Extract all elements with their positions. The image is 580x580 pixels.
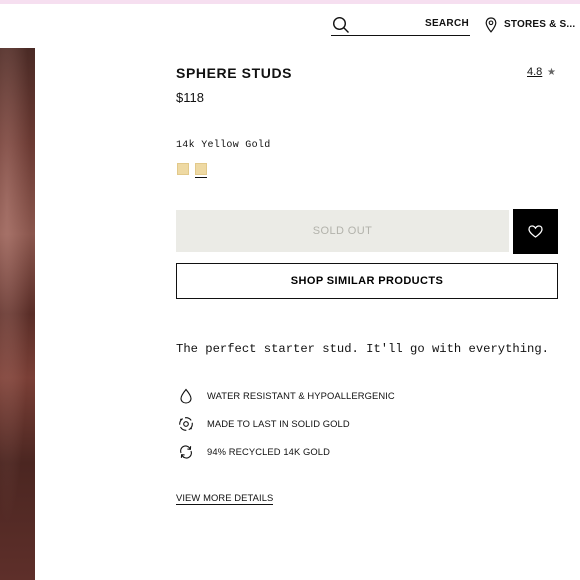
recycle-icon [180, 445, 192, 459]
swatch-selected-indicator [195, 177, 207, 178]
stores-label: STORES & S... [504, 19, 576, 30]
feature-label: MADE TO LAST IN SOLID GOLD [207, 418, 350, 429]
sold-out-button[interactable]: SOLD OUT [176, 210, 509, 252]
product-description: The perfect starter stud. It'll go with … [176, 342, 549, 356]
top-accent-bar [0, 0, 580, 4]
swatch-yellow-gold-2[interactable] [195, 163, 207, 175]
search-icon[interactable] [332, 16, 350, 34]
feature-solid-gold: MADE TO LAST IN SOLID GOLD [176, 416, 536, 436]
product-price: $118 [176, 90, 204, 105]
rating-link[interactable]: 4.8 [527, 66, 542, 78]
location-pin-icon [485, 17, 497, 33]
water-drop-icon [180, 388, 192, 404]
star-icon: ★ [547, 67, 556, 78]
product-title: SPHERE STUDS [176, 65, 293, 81]
gold-quality-icon [179, 417, 193, 431]
search-input[interactable] [355, 16, 425, 32]
product-image[interactable] [0, 48, 35, 580]
product-page: SEARCH STORES & S... SPHERE STUDS 4.8 ★ … [0, 0, 580, 580]
heart-icon [528, 225, 543, 238]
stores-link[interactable]: STORES & S... [483, 17, 580, 35]
feature-label: WATER RESISTANT & HYPOALLERGENIC [207, 390, 395, 401]
swatch-yellow-gold-1[interactable] [177, 163, 189, 175]
wishlist-button[interactable] [513, 209, 558, 254]
feature-water-resistant: WATER RESISTANT & HYPOALLERGENIC [176, 388, 536, 408]
view-more-details-link[interactable]: VIEW MORE DETAILS [176, 492, 274, 505]
feature-label: 94% RECYCLED 14K GOLD [207, 446, 330, 457]
search-bar[interactable]: SEARCH [331, 16, 470, 36]
feature-recycled-gold: 94% RECYCLED 14K GOLD [176, 444, 536, 464]
shop-similar-button[interactable]: SHOP SIMILAR PRODUCTS [176, 263, 558, 299]
variant-label: 14k Yellow Gold [176, 140, 271, 151]
search-label[interactable]: SEARCH [425, 18, 469, 29]
